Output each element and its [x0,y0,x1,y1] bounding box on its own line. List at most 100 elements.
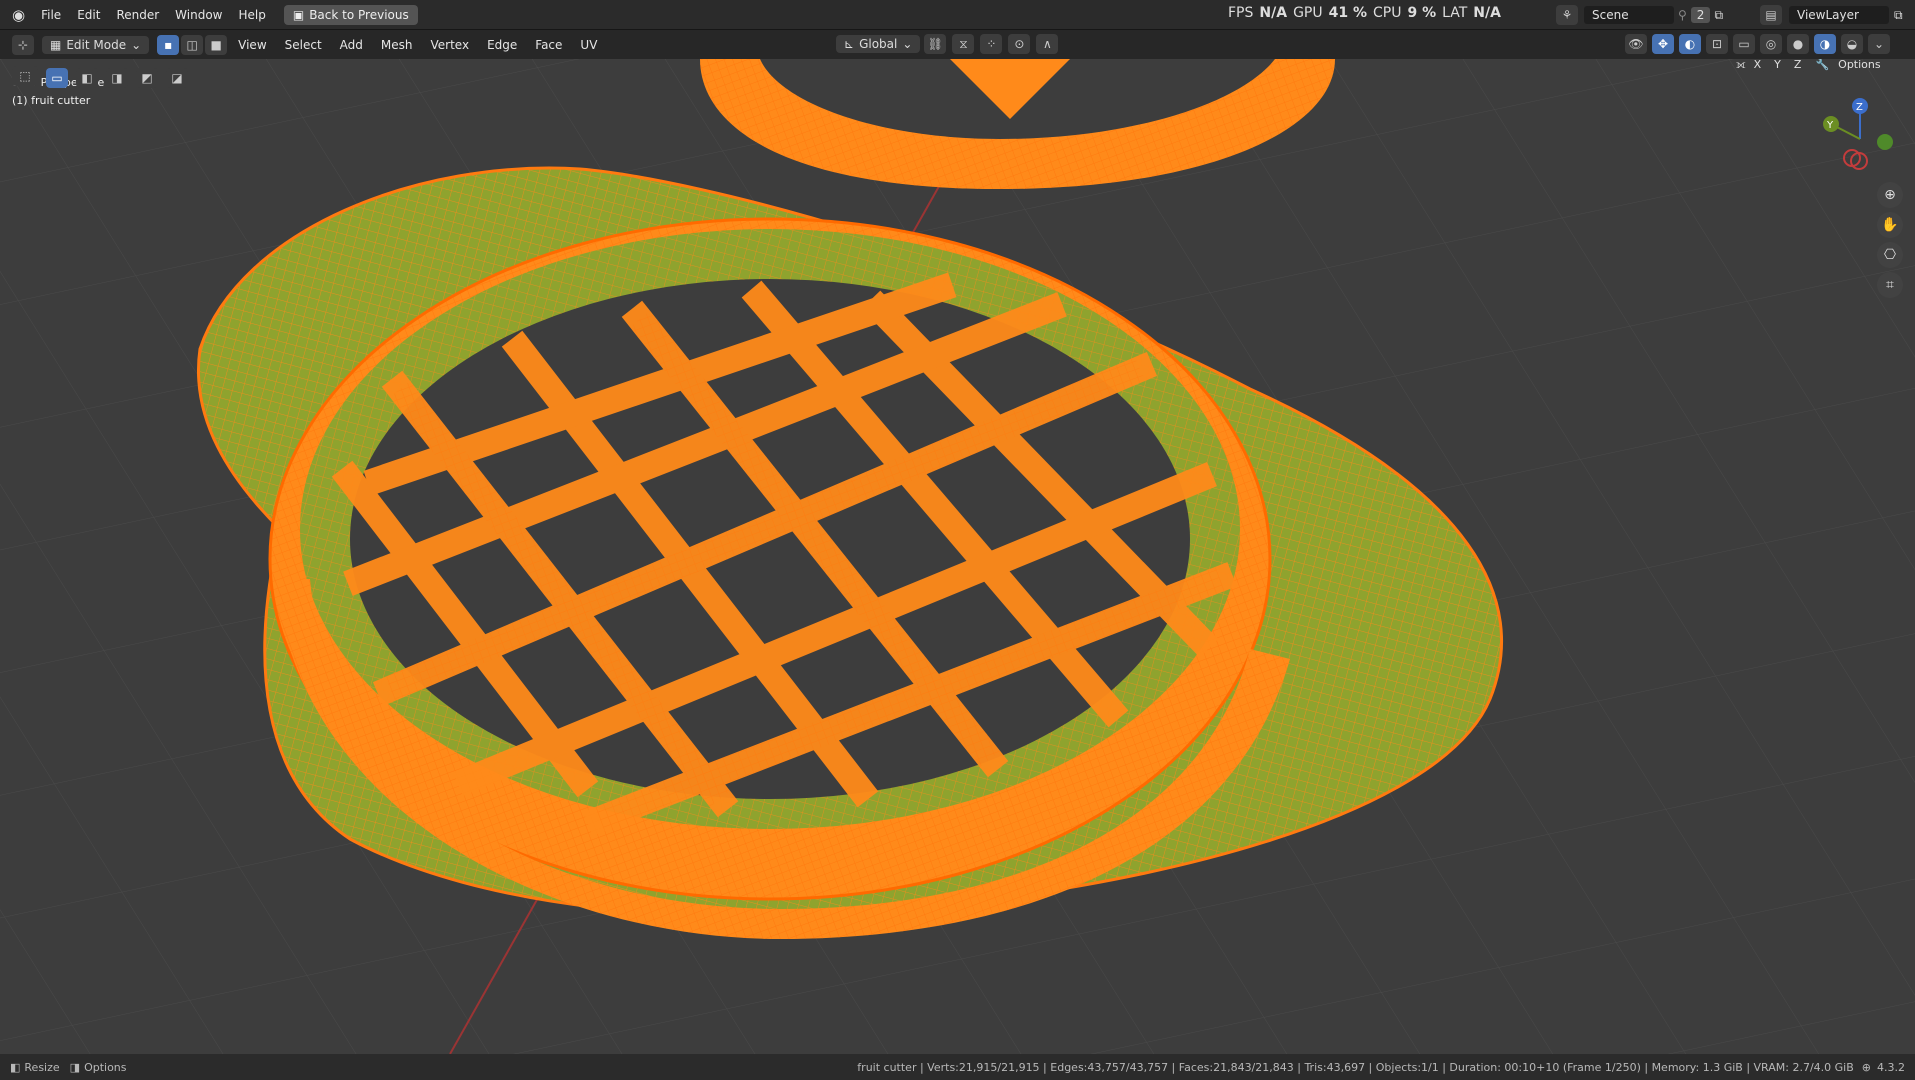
edge-select-icon[interactable]: ◫ [181,34,204,55]
menu-add[interactable]: Add [331,38,372,52]
blender-version: 4.3.2 [1877,1060,1905,1074]
menu-uv[interactable]: UV [571,38,606,52]
shading-options-icon[interactable]: ⌄ [1868,34,1890,54]
wrench-icon[interactable]: 🔧 [1815,59,1829,71]
select-box-icon[interactable]: ⬚ [12,66,38,86]
status-resize: Resize [24,1060,60,1074]
scene-render [0,59,1915,1054]
mode-set-new-icon[interactable]: ▭ [46,68,68,88]
visibility-icon[interactable]: 👁 [1625,34,1647,54]
xray-toggle-icon[interactable]: ▭ [1733,34,1755,54]
axis-z-toggle[interactable]: Z [1788,59,1807,72]
camera-view-icon[interactable]: ⎔ [1877,242,1903,268]
snap-target-icon[interactable]: ⁘ [980,34,1003,54]
lat-value: N/A [1473,5,1501,21]
menu-window[interactable]: Window [167,8,230,22]
scene-user-count: 2 [1690,7,1711,23]
gizmo-z-label: Z [1856,102,1863,113]
menu-face[interactable]: Face [526,38,571,52]
gpu-value: 41 % [1328,5,1367,21]
gizmo-y-label: Y [1826,120,1834,131]
vertex-select-icon[interactable]: ▪ [157,34,180,55]
menu-help[interactable]: Help [231,8,274,22]
3d-viewport[interactable]: User Perspective (1) fruit cutter ⬚ ▭ ◧ … [0,59,1915,1054]
top-bar: ◉ File Edit Render Window Help ▣ Back to… [0,0,1915,30]
navigation-gizmo[interactable]: Z Y [1815,94,1905,184]
viewport-header: ⊹ ▦ Edit Mode ⌄ ▪ ◫ ■ View Select Add Me… [0,30,1915,59]
options-dropdown[interactable]: Options [1838,59,1880,71]
menu-edit[interactable]: Edit [69,8,108,22]
mode-dropdown[interactable]: ▦ Edit Mode ⌄ [42,35,150,54]
performance-overlay: FPS N/A GPU 41 % CPU 9 % LAT N/A [1228,5,1501,21]
menu-mesh[interactable]: Mesh [372,38,422,52]
mode-difference-icon[interactable]: ◩ [136,68,158,88]
active-object-label: (1) fruit cutter [12,94,91,107]
edit-mode-icon: ▦ [50,37,62,52]
orientation-icon: ⊾ [844,37,855,51]
new-view-layer-icon[interactable]: ⧉ [1894,8,1903,23]
mode-intersect-icon[interactable]: ◪ [166,68,188,88]
solid-shading-icon[interactable]: ● [1787,34,1809,54]
fps-label: FPS [1228,5,1254,21]
fps-value: N/A [1259,5,1288,21]
perspective-toggle-icon[interactable]: ⌗ [1877,272,1903,298]
mouse-left-icon: ◧ [10,1060,21,1074]
mesh-edit-overlay-icon[interactable]: ⊡ [1706,34,1728,54]
scene-selector[interactable]: ⚘ Scene ⚲ 2 ⧉ [1556,5,1723,25]
axis-x-toggle[interactable]: X [1748,59,1767,72]
mode-label: Edit Mode [66,37,127,52]
menu-view[interactable]: View [229,38,275,52]
mouse-right-icon: ◨ [69,1060,81,1074]
menu-select[interactable]: Select [276,38,331,52]
proportional-edit-icon[interactable]: ⊙ [1008,34,1031,54]
menu-edge[interactable]: Edge [478,38,526,52]
transform-controls: ⊾ Global ⌄ ⛓ ⧖ ⁘ ⊙ ∧ [836,34,1060,54]
zoom-icon[interactable]: ⊕ [1877,182,1903,208]
new-scene-icon[interactable]: ⧉ [1714,8,1723,23]
chevron-down-icon: ⌄ [131,37,142,52]
menu-file[interactable]: File [33,8,69,22]
mirror-icon[interactable]: ⟗ [1736,59,1746,72]
select-mode-group: ▪ ◫ ■ [157,34,229,55]
axis-y-toggle[interactable]: Y [1769,59,1786,72]
falloff-icon[interactable]: ∧ [1036,34,1059,54]
cpu-label: CPU [1373,5,1402,21]
view-layer-selector[interactable]: ▤ ViewLayer ⧉ [1760,5,1903,25]
orientation-label: Global [859,37,898,51]
menu-render[interactable]: Render [108,8,167,22]
view-layer-icon[interactable]: ▤ [1760,5,1782,25]
face-select-icon[interactable]: ■ [205,34,228,55]
pan-hand-icon[interactable]: ✋ [1877,212,1903,238]
overlay-toggle-icon[interactable]: ◐ [1679,34,1701,54]
gpu-label: GPU [1293,5,1323,21]
pin-icon[interactable]: ⚲ [1678,8,1687,22]
mode-extend-icon[interactable]: ◧ [76,68,98,88]
tool-settings: ⬚ ▭ ◧ ◨ ◩ ◪ [12,66,190,88]
status-bar: ◧ Resize ◨ Options fruit cutter | Verts:… [0,1054,1915,1080]
pivot-icon[interactable]: ⛓ [924,34,947,54]
scene-name[interactable]: Scene [1584,6,1674,24]
mode-subtract-icon[interactable]: ◨ [106,68,128,88]
menu-vertex[interactable]: Vertex [422,38,479,52]
lat-label: LAT [1442,5,1468,21]
status-options: Options [84,1060,127,1074]
orientation-dropdown[interactable]: ⊾ Global ⌄ [836,35,921,53]
material-shading-icon[interactable]: ◑ [1814,34,1836,54]
rendered-shading-icon[interactable]: ◒ [1841,34,1863,54]
blender-logo-icon[interactable]: ◉ [12,6,25,24]
axis-gizmo-icon[interactable]: Z Y [1815,94,1905,184]
back-to-previous-label: Back to Previous [309,7,409,22]
scene-icon[interactable]: ⚘ [1556,5,1578,25]
back-to-previous-button[interactable]: ▣ Back to Previous [283,4,418,25]
mirror-axes: ⟗ X Y Z 🔧 Options [1736,59,1881,72]
chevron-down-icon: ⌄ [902,37,913,51]
cpu-value: 9 % [1407,5,1437,21]
wireframe-shading-icon[interactable]: ◎ [1760,34,1782,54]
snap-toggle-icon[interactable]: ⧖ [952,34,975,54]
editor-type-icon[interactable]: ⊹ [12,34,34,55]
globe-icon: ⊕ [1861,1060,1871,1074]
viewport-display-controls: 👁 ✥ ◐ ⊡ ▭ ◎ ● ◑ ◒ ⌄ [1625,34,1892,54]
scene-statistics: fruit cutter | Verts:21,915/21,915 | Edg… [857,1060,1854,1074]
view-layer-name[interactable]: ViewLayer [1789,6,1889,24]
gizmo-toggle-icon[interactable]: ✥ [1652,34,1674,54]
